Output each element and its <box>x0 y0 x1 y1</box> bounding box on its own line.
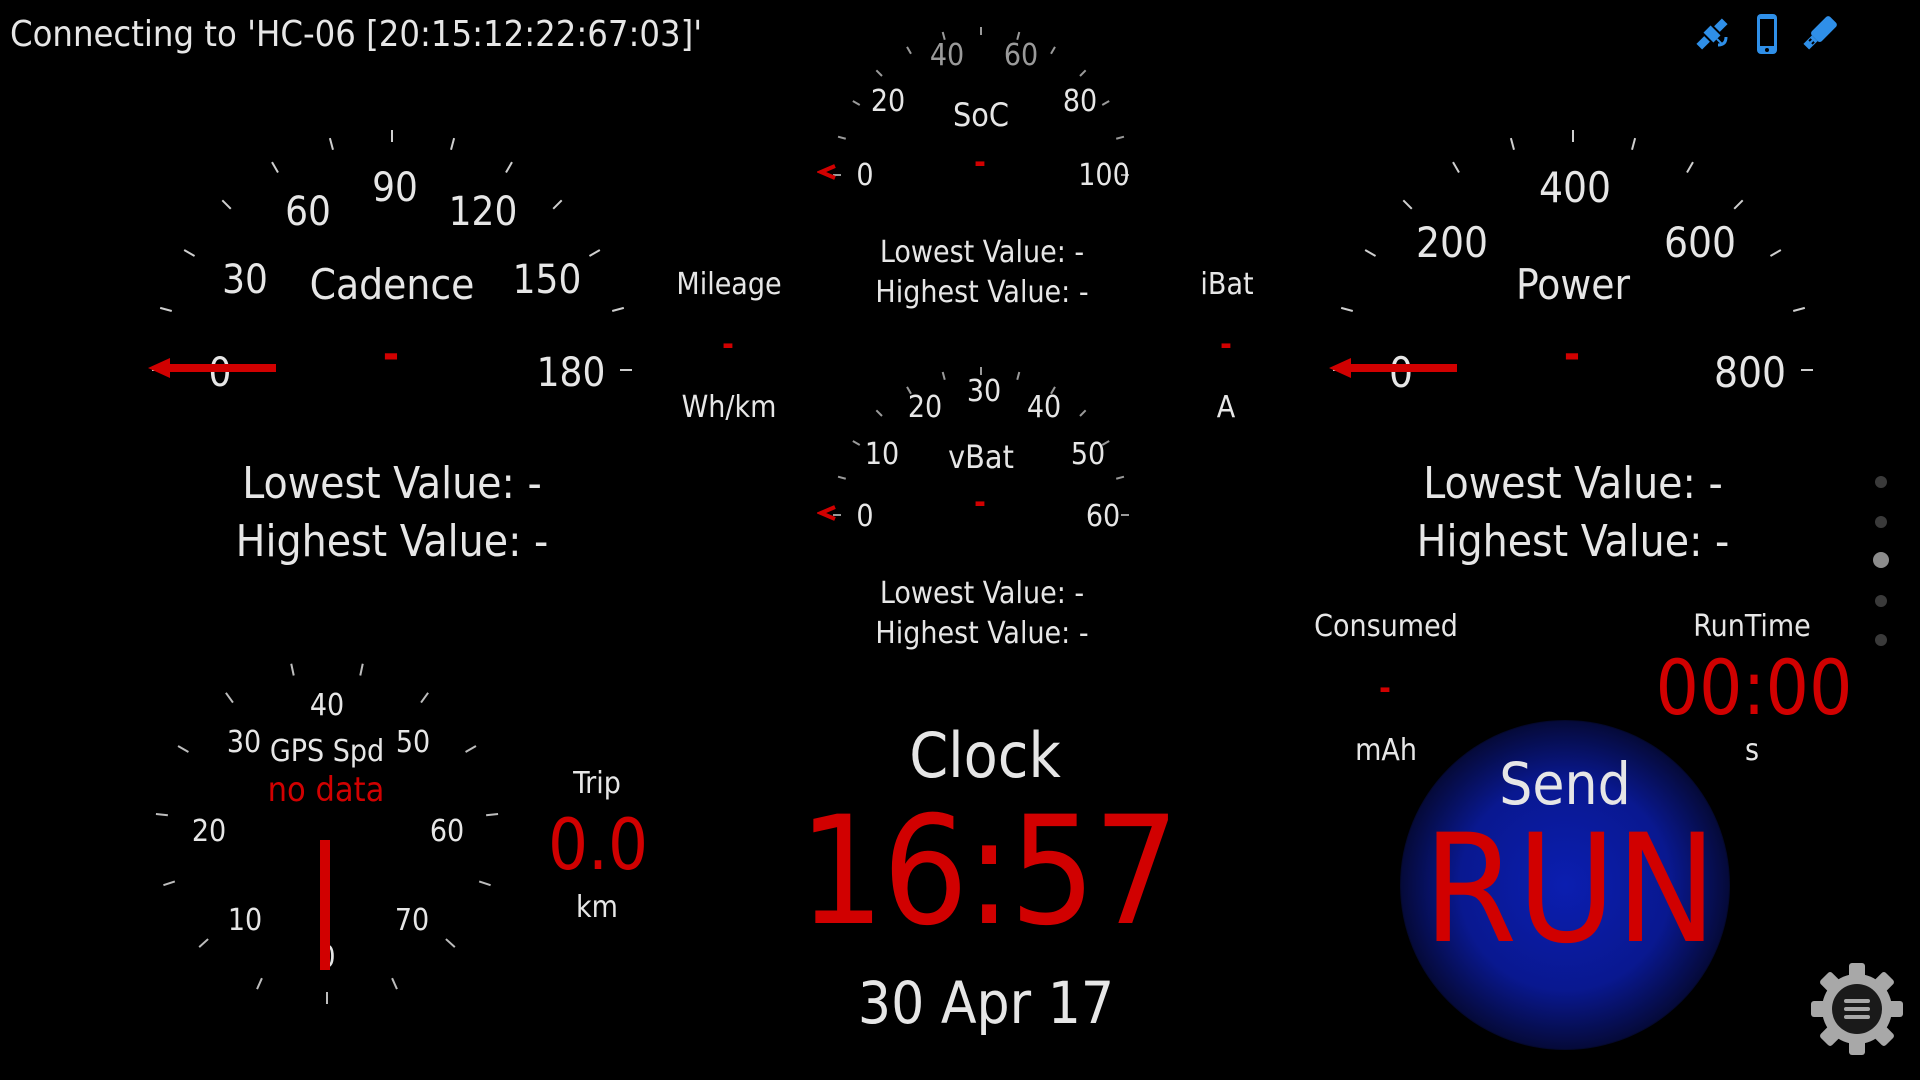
gps-tick-label: 20 <box>191 814 227 849</box>
gauge-tick <box>225 692 234 704</box>
gps-tick-label: 40 <box>309 688 345 723</box>
run-label: RUN <box>1423 803 1717 977</box>
page-dot[interactable] <box>1875 516 1887 528</box>
runtime-label: RunTime <box>1693 609 1811 644</box>
gauge-tick <box>359 663 364 676</box>
trip-value: 0.0 <box>547 804 649 886</box>
gauge-tick <box>198 938 209 948</box>
gauge-tick <box>256 977 263 990</box>
gauge-tick <box>465 745 477 753</box>
gauge-tick <box>420 692 429 704</box>
page-dot-active[interactable] <box>1873 552 1889 568</box>
settings-gear-icon[interactable] <box>1810 962 1904 1056</box>
gauge-tick <box>478 880 491 887</box>
gauge-tick <box>391 977 398 990</box>
gauge-tick <box>163 880 176 887</box>
gps-tick-label: 10 <box>227 903 263 938</box>
page-dot[interactable] <box>1875 595 1887 607</box>
clock-time: 16:57 <box>798 785 1180 959</box>
gps-tick-label: 60 <box>429 814 465 849</box>
gauge-tick <box>155 813 168 817</box>
consumed-label: Consumed <box>1314 609 1458 644</box>
gauge-tick <box>290 663 295 676</box>
send-run-button[interactable]: Send RUN <box>1400 720 1730 1050</box>
runtime-unit: s <box>1744 733 1760 768</box>
gps-nodata: no data <box>267 770 385 810</box>
gps-tick-label: 30 <box>226 725 262 760</box>
page-dot[interactable] <box>1875 476 1887 488</box>
gps-tick-label: 50 <box>395 725 431 760</box>
trip-label: Trip <box>573 766 621 801</box>
gauge-tick <box>486 813 499 817</box>
consumed-unit: mAh <box>1355 733 1417 768</box>
trip-unit: km <box>576 890 618 925</box>
page-dot[interactable] <box>1875 634 1887 646</box>
runtime-value: 00:00 <box>1655 643 1853 732</box>
gps-tick-label: 70 <box>394 903 430 938</box>
clock-label: Clock <box>909 719 1061 792</box>
gps-label: GPS Spd <box>269 734 385 769</box>
consumed-value: - <box>1379 669 1391 707</box>
gps-needle <box>320 840 330 970</box>
gauge-tick <box>445 938 456 948</box>
gauge-tick <box>177 745 189 753</box>
clock-date: 30 Apr 17 <box>857 969 1115 1037</box>
